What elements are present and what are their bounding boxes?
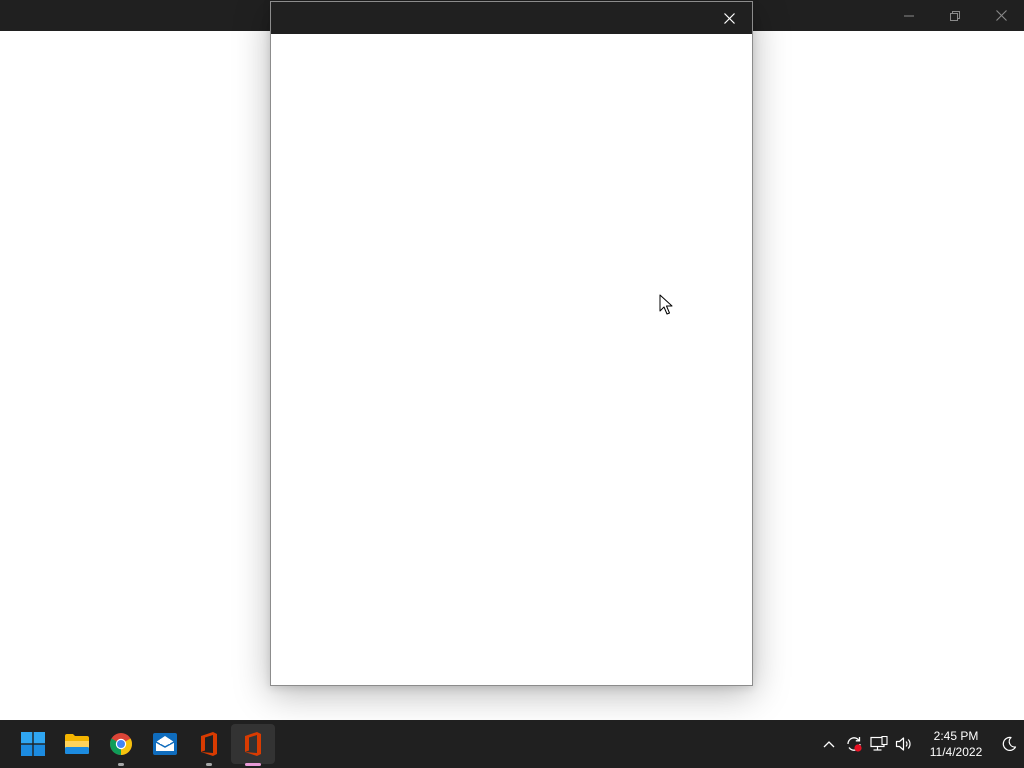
folder-icon [65,734,89,754]
sync-icon [846,737,862,752]
taskbar-apps [11,720,275,768]
restore-icon [950,10,960,21]
running-indicator [206,763,212,766]
minimize-icon [904,15,914,16]
start-button[interactable] [11,720,55,768]
running-indicator [118,763,124,766]
taskbar-chrome[interactable] [99,720,143,768]
taskbar-mail[interactable] [143,720,187,768]
moon-icon [1002,736,1017,751]
clock-date: 11/4/2022 [929,745,983,759]
restore-button[interactable] [932,0,978,31]
clock-time: 2:45 PM [933,729,979,743]
clock-button[interactable]: 2:45 PM 11/4/2022 [924,728,988,760]
show-hidden-icons-button[interactable] [816,720,841,768]
taskbar-file-explorer[interactable] [55,720,99,768]
taskbar: 2:45 PM 11/4/2022 [0,720,1024,768]
taskbar-office-active[interactable] [231,724,275,766]
volume-button[interactable] [891,720,916,768]
active-indicator [245,763,261,766]
chevron-up-icon [823,741,834,748]
close-button[interactable] [978,0,1024,31]
taskbar-office[interactable] [187,720,231,768]
sync-status-button[interactable] [841,720,866,768]
network-button[interactable] [866,720,891,768]
office-icon [201,732,217,756]
chrome-icon [110,733,132,755]
mail-icon [153,733,177,755]
volume-icon [895,737,911,751]
close-icon [723,12,735,24]
dialog-close-button[interactable] [712,2,746,34]
dialog-window [270,1,753,686]
network-icon [869,736,888,751]
system-tray: 2:45 PM 11/4/2022 [816,720,1024,768]
dialog-titlebar[interactable] [271,2,752,34]
minimize-button[interactable] [886,0,932,31]
notification-button[interactable] [994,720,1024,768]
close-icon [995,10,1007,21]
office-icon [245,732,261,756]
window-controls [886,0,1024,31]
windows-start-icon [21,732,45,756]
dialog-content-area[interactable] [271,34,752,685]
